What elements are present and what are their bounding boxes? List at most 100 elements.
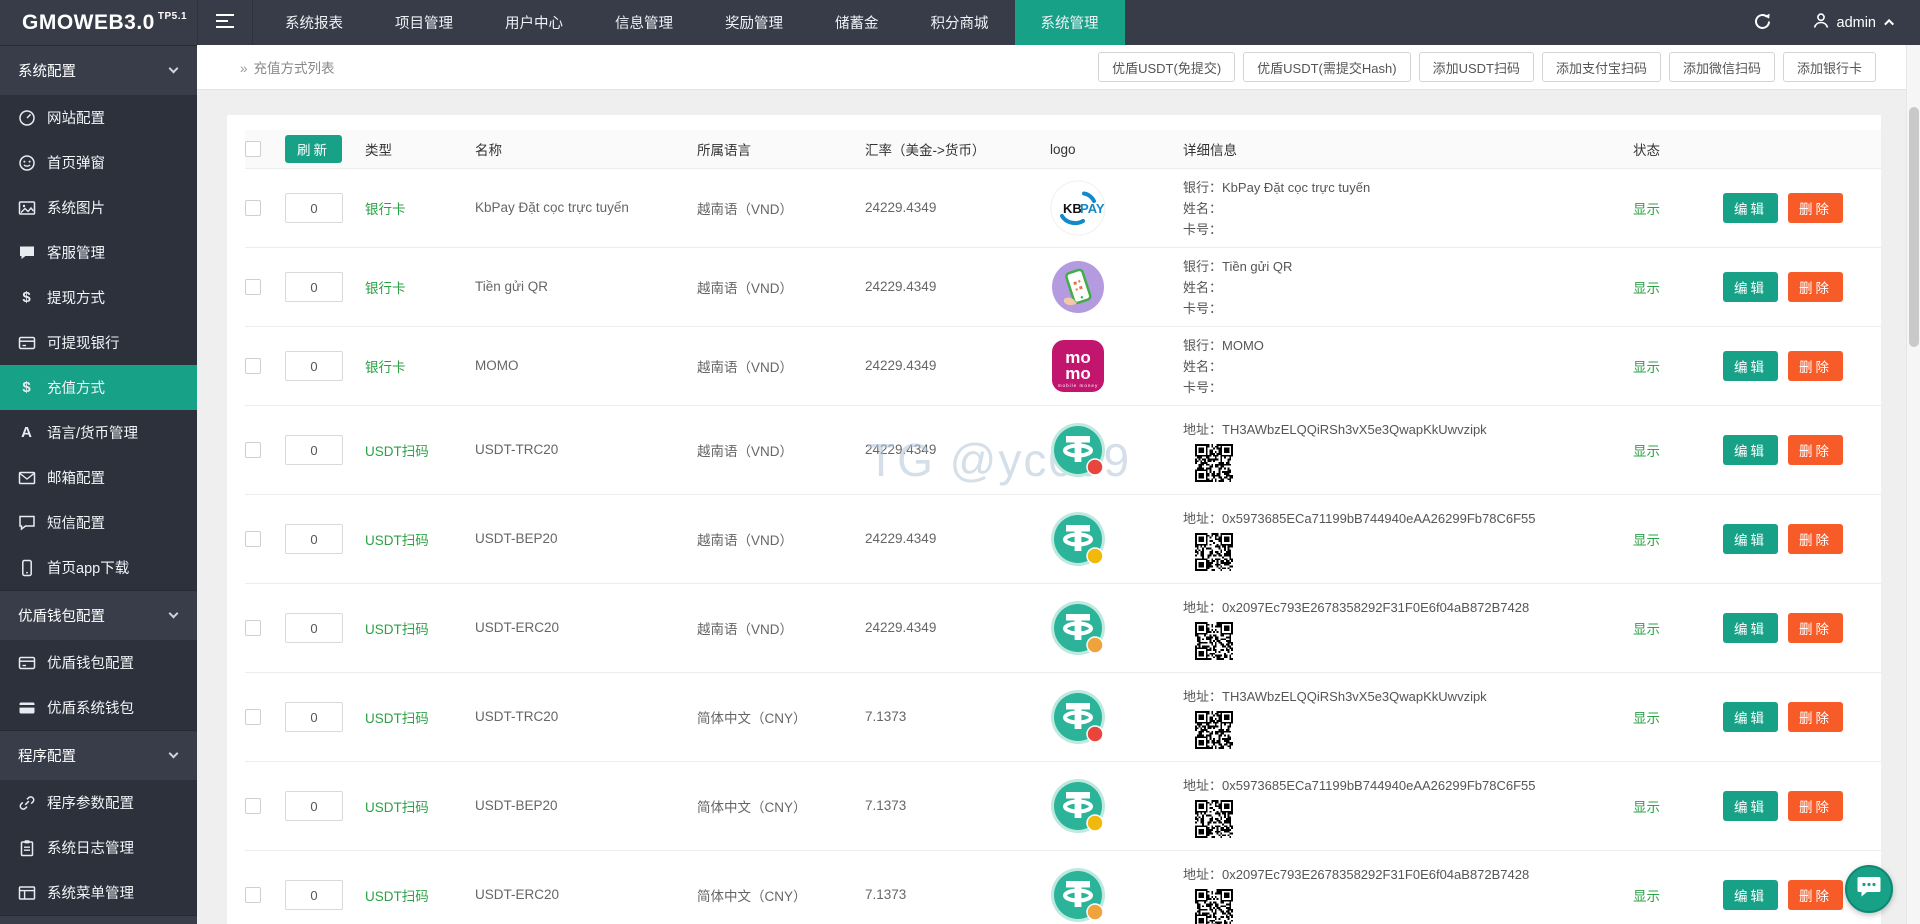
sidebar-item-11[interactable]: 首页app下载: [0, 545, 197, 590]
cell-actions: 编辑删除: [1723, 524, 1873, 554]
sidebar-item-14[interactable]: 优盾系统钱包: [0, 685, 197, 730]
edit-button[interactable]: 编辑: [1723, 435, 1778, 465]
delete-button[interactable]: 删除: [1788, 880, 1843, 910]
status-toggle[interactable]: 显示: [1633, 202, 1660, 217]
edit-button[interactable]: 编辑: [1723, 791, 1778, 821]
sidebar-group-12[interactable]: 优盾钱包配置: [0, 590, 197, 640]
edit-button[interactable]: 编辑: [1723, 193, 1778, 223]
sidebar-toggle-button[interactable]: [197, 0, 253, 45]
delete-button[interactable]: 删除: [1788, 702, 1843, 732]
nav-item-1[interactable]: 项目管理: [369, 0, 479, 45]
status-toggle[interactable]: 显示: [1633, 281, 1660, 296]
table-row: USDT扫码USDT-TRC20简体中文（CNY）7.1373地址：TH3AWb…: [245, 672, 1881, 761]
sidebar-item-16[interactable]: 程序参数配置: [0, 780, 197, 825]
status-toggle[interactable]: 显示: [1633, 800, 1660, 815]
row-checkbox[interactable]: [245, 531, 261, 547]
row-checkbox[interactable]: [245, 200, 261, 216]
toolbar-button-1[interactable]: 优盾USDT(需提交Hash): [1243, 52, 1410, 82]
edit-button[interactable]: 编辑: [1723, 702, 1778, 732]
detail-label: 地址：: [1183, 511, 1222, 526]
toolbar-button-3[interactable]: 添加支付宝扫码: [1542, 52, 1661, 82]
sort-input[interactable]: [285, 193, 343, 223]
sidebar-item-2[interactable]: 首页弹窗: [0, 140, 197, 185]
sort-input[interactable]: [285, 702, 343, 732]
sort-input[interactable]: [285, 272, 343, 302]
name-label: USDT-ERC20: [475, 620, 559, 635]
status-toggle[interactable]: 显示: [1633, 622, 1660, 637]
qr-code: [1195, 444, 1233, 482]
sidebar-item-7[interactable]: $充值方式: [0, 365, 197, 410]
sidebar-item-4[interactable]: 客服管理: [0, 230, 197, 275]
delete-button[interactable]: 删除: [1788, 435, 1843, 465]
toolbar-button-4[interactable]: 添加微信扫码: [1669, 52, 1775, 82]
delete-button[interactable]: 删除: [1788, 791, 1843, 821]
row-checkbox[interactable]: [245, 358, 261, 374]
sort-input[interactable]: [285, 435, 343, 465]
sidebar-item-label: 首页app下载: [47, 557, 129, 578]
cell-type: USDT扫码: [365, 529, 475, 550]
delete-button[interactable]: 删除: [1788, 351, 1843, 381]
cell-type: USDT扫码: [365, 796, 475, 817]
nav-item-4[interactable]: 奖励管理: [699, 0, 809, 45]
delete-button[interactable]: 删除: [1788, 272, 1843, 302]
row-checkbox[interactable]: [245, 887, 261, 903]
nav-item-5[interactable]: 储蓄金: [809, 0, 905, 45]
sidebar-item-1[interactable]: 网站配置: [0, 95, 197, 140]
sidebar-item-13[interactable]: 优盾钱包配置: [0, 640, 197, 685]
status-toggle[interactable]: 显示: [1633, 889, 1660, 904]
nav-item-7[interactable]: 系统管理: [1015, 0, 1125, 45]
name-label: USDT-BEP20: [475, 531, 558, 546]
rate-label: 7.1373: [865, 798, 906, 813]
row-checkbox[interactable]: [245, 798, 261, 814]
nav-item-6[interactable]: 积分商城: [905, 0, 1015, 45]
sidebar-item-9[interactable]: 邮箱配置: [0, 455, 197, 500]
sort-input[interactable]: [285, 351, 343, 381]
toolbar-button-0[interactable]: 优盾USDT(免提交): [1098, 52, 1235, 82]
edit-button[interactable]: 编辑: [1723, 272, 1778, 302]
sidebar-group-19[interactable]: 权限管理: [0, 915, 197, 924]
toolbar-button-5[interactable]: 添加银行卡: [1783, 52, 1876, 82]
sidebar-item-18[interactable]: 系统菜单管理: [0, 870, 197, 915]
row-checkbox[interactable]: [245, 279, 261, 295]
edit-button[interactable]: 编辑: [1723, 524, 1778, 554]
scrollbar-thumb[interactable]: [1909, 107, 1919, 347]
status-toggle[interactable]: 显示: [1633, 360, 1660, 375]
status-toggle[interactable]: 显示: [1633, 444, 1660, 459]
admin-menu[interactable]: admin: [1812, 12, 1895, 33]
delete-button[interactable]: 删除: [1788, 193, 1843, 223]
sort-input[interactable]: [285, 880, 343, 910]
delete-button[interactable]: 删除: [1788, 613, 1843, 643]
row-checkbox[interactable]: [245, 620, 261, 636]
toolbar-button-2[interactable]: 添加USDT扫码: [1419, 52, 1534, 82]
edit-button[interactable]: 编辑: [1723, 613, 1778, 643]
sidebar-item-8[interactable]: A语言/货币管理: [0, 410, 197, 455]
cell-type: USDT扫码: [365, 707, 475, 728]
nav-item-0[interactable]: 系统报表: [259, 0, 369, 45]
nav-item-3[interactable]: 信息管理: [589, 0, 699, 45]
sort-input[interactable]: [285, 524, 343, 554]
table-refresh-button[interactable]: 刷新: [285, 135, 342, 163]
page-refresh-button[interactable]: [1747, 11, 1778, 35]
customer-service-button[interactable]: [1845, 865, 1893, 913]
vertical-scrollbar[interactable]: [1906, 45, 1920, 924]
sidebar-item-10[interactable]: 短信配置: [0, 500, 197, 545]
status-toggle[interactable]: 显示: [1633, 711, 1660, 726]
row-checkbox[interactable]: [245, 442, 261, 458]
dollar-icon: $: [17, 289, 36, 306]
sidebar-item-6[interactable]: 可提现银行: [0, 320, 197, 365]
sort-input[interactable]: [285, 791, 343, 821]
edit-button[interactable]: 编辑: [1723, 351, 1778, 381]
sidebar-item-5[interactable]: $提现方式: [0, 275, 197, 320]
sidebar-group-0[interactable]: 系统配置: [0, 45, 197, 95]
sidebar-item-17[interactable]: 系统日志管理: [0, 825, 197, 870]
edit-button[interactable]: 编辑: [1723, 880, 1778, 910]
sidebar-group-15[interactable]: 程序配置: [0, 730, 197, 780]
sidebar-item-3[interactable]: 系统图片: [0, 185, 197, 230]
row-checkbox[interactable]: [245, 709, 261, 725]
delete-button[interactable]: 删除: [1788, 524, 1843, 554]
cell-rate: 24229.4349: [865, 278, 1050, 296]
sort-input[interactable]: [285, 613, 343, 643]
nav-item-2[interactable]: 用户中心: [479, 0, 589, 45]
select-all-checkbox[interactable]: [245, 141, 261, 157]
status-toggle[interactable]: 显示: [1633, 533, 1660, 548]
